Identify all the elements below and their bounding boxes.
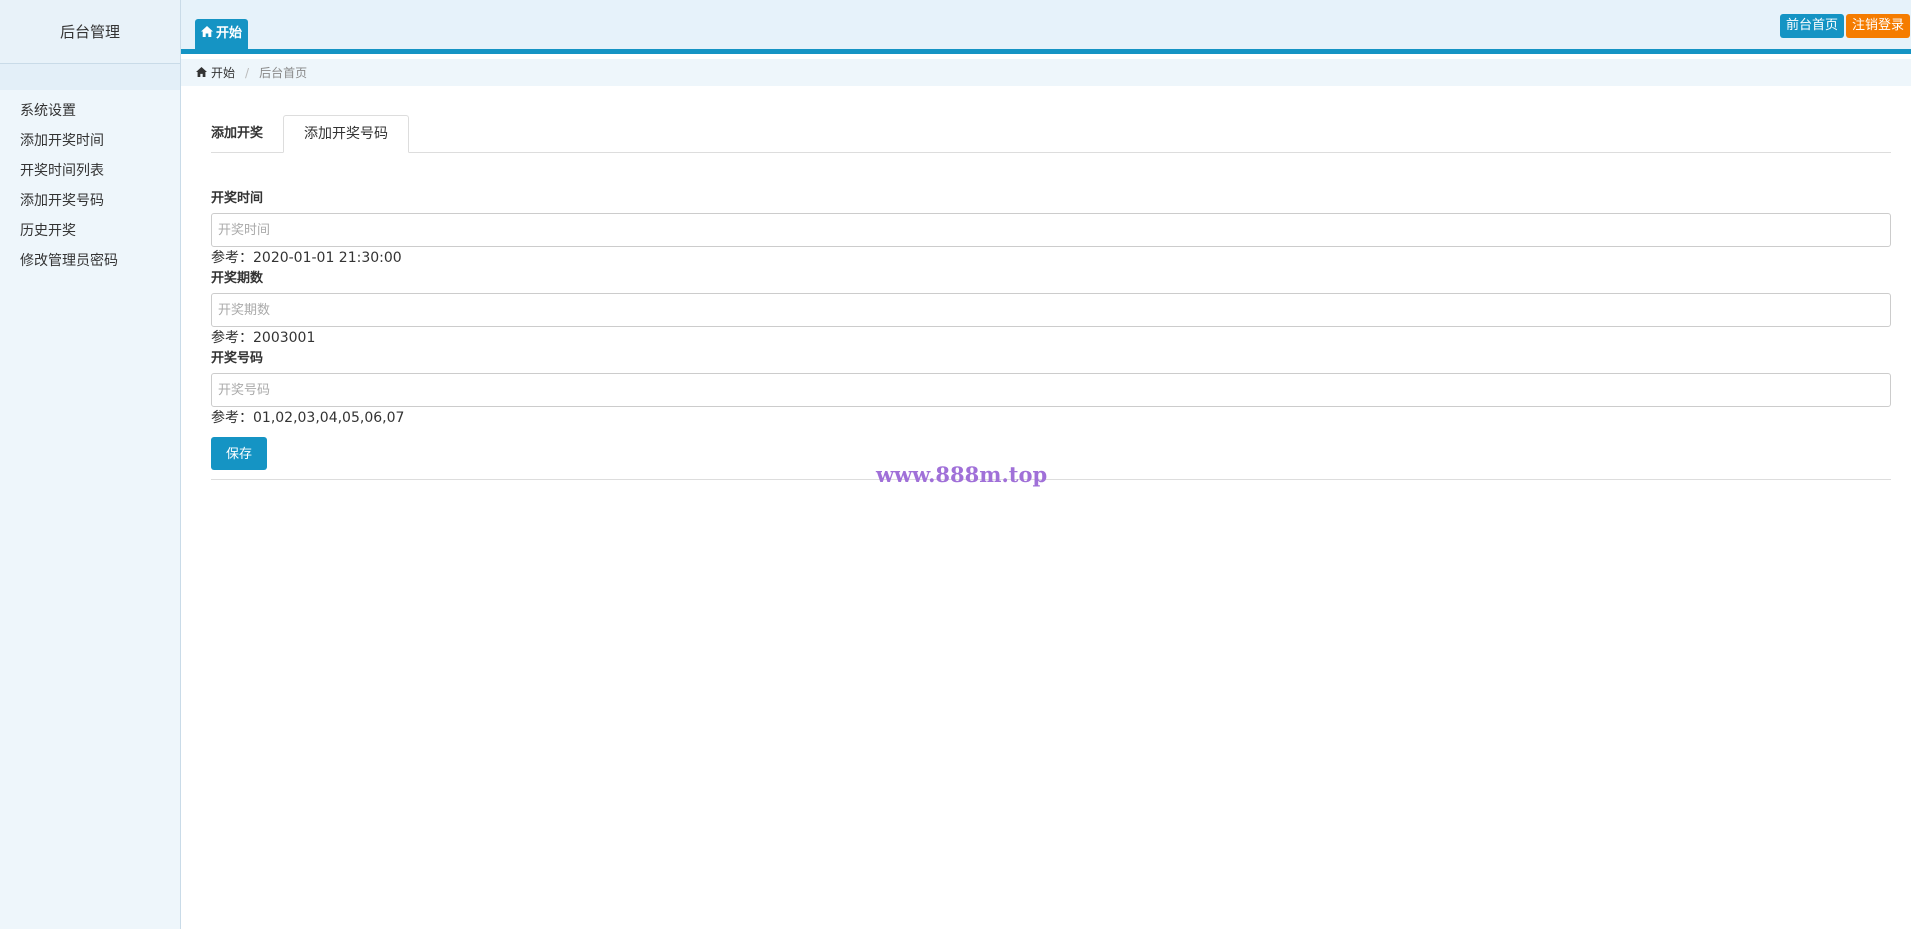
sidebar-menu: 系统设置 添加开奖时间 开奖时间列表 添加开奖号码 历史开奖 修改管理员密码 [0,90,180,276]
sidebar-item-history[interactable]: 历史开奖 [0,216,180,246]
tab-start-label: 开始 [216,26,243,41]
breadcrumb-current: 后台首页 [259,66,308,80]
logout-button[interactable]: 注销登录 [1846,14,1911,38]
sidebar-item-change-password[interactable]: 修改管理员密码 [0,246,180,276]
field-group-draw-time: 开奖时间 参考：2020-01-01 21:30:00 [211,189,1891,269]
save-button[interactable]: 保存 [211,437,268,470]
tab-start[interactable]: 开始 [195,19,249,49]
watermark-text: www.888m.top [876,462,1048,487]
draw-form: 开奖时间 参考：2020-01-01 21:30:00 开奖期数 参考：2003… [211,189,1891,480]
sidebar-band [0,64,180,90]
sidebar-item-draw-time-list[interactable]: 开奖时间列表 [0,156,180,186]
breadcrumb-separator: / [245,65,250,80]
draw-period-input[interactable] [211,293,1891,327]
tab-add-draw-number[interactable]: 添加开奖号码 [283,115,410,153]
breadcrumb-home-label: 开始 [211,66,236,80]
draw-period-hint: 参考：2003001 [211,330,316,346]
draw-period-label: 开奖期数 [211,271,264,286]
draw-time-label: 开奖时间 [211,191,264,206]
field-group-draw-number: 开奖号码 参考：01,02,03,04,05,06,07 [211,349,1891,429]
draw-time-hint: 参考：2020-01-01 21:30:00 [211,250,402,266]
field-group-draw-period: 开奖期数 参考：2003001 [211,269,1891,349]
form-divider [211,479,1891,480]
tab-add-draw[interactable]: 添加开奖 [211,116,283,152]
draw-time-input[interactable] [211,213,1891,247]
sidebar: 后台管理 系统设置 添加开奖时间 开奖时间列表 添加开奖号码 历史开奖 修改管理… [0,0,181,929]
breadcrumb-home[interactable]: 开始 [196,64,235,81]
breadcrumb: 开始 / 后台首页 [181,59,1911,86]
sidebar-title: 后台管理 [0,0,180,64]
sidebar-item-system-settings[interactable]: 系统设置 [0,96,180,126]
home-icon [196,66,207,80]
draw-number-label: 开奖号码 [211,351,264,366]
draw-number-input[interactable] [211,373,1891,407]
form-tabs: 添加开奖 添加开奖号码 [211,115,1891,153]
sidebar-item-add-draw-number[interactable]: 添加开奖号码 [0,186,180,216]
home-icon [201,19,213,49]
sidebar-item-add-draw-time[interactable]: 添加开奖时间 [0,126,180,156]
main-content: 添加开奖 添加开奖号码 开奖时间 参考：2020-01-01 21:30:00 … [211,115,1891,480]
top-bar: 开始 前台首页 注销登录 [181,0,1911,54]
draw-number-hint: 参考：01,02,03,04,05,06,07 [211,410,405,426]
front-page-button[interactable]: 前台首页 [1780,14,1845,38]
